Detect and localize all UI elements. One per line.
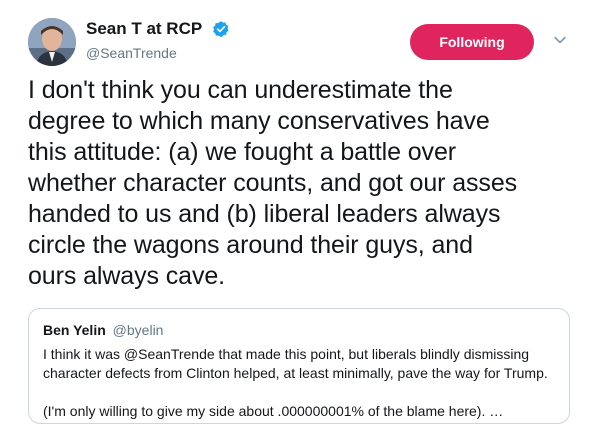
tweet-text: I don't think you can underestimate the …	[28, 75, 576, 292]
quoted-tweet-line: I think it was @SeanTrende that made thi…	[43, 346, 530, 362]
tweet-text-line: circle the wagons around their guys, and	[28, 231, 473, 259]
tweet-header: Sean T at RCP @SeanTrende Following	[28, 18, 580, 70]
author-names: Sean T at RCP @SeanTrende	[86, 18, 230, 63]
chevron-down-icon[interactable]	[552, 32, 568, 48]
quoted-tweet[interactable]: Ben Yelin @byelin I think it was @SeanTr…	[28, 308, 570, 424]
tweet-text-line: this attitude: (a) we fought a battle ov…	[28, 138, 456, 166]
quoted-tweet-line: (I'm only willing to give my side about …	[43, 403, 504, 419]
author-display-name[interactable]: Sean T at RCP	[86, 18, 202, 40]
following-button[interactable]: Following	[410, 24, 534, 60]
quoted-author-name: Ben Yelin	[43, 322, 106, 338]
quoted-tweet-line: character defects from Clinton helped, a…	[43, 365, 548, 381]
tweet-card: Sean T at RCP @SeanTrende Following I do…	[0, 0, 600, 433]
tweet-text-line: I don't think you can underestimate the	[28, 76, 453, 104]
tweet-text-line: handed to us and (b) liberal leaders alw…	[28, 200, 501, 228]
tweet-text-line: whether character counts, and got our as…	[28, 169, 518, 197]
quoted-tweet-header: Ben Yelin @byelin	[43, 321, 555, 339]
quoted-tweet-paragraph-gap	[43, 383, 555, 402]
verified-badge-icon	[212, 21, 229, 37]
author-handle[interactable]: @SeanTrende	[86, 43, 230, 63]
tweet-text-line: ours always cave.	[28, 262, 225, 290]
quoted-tweet-text: I think it was @SeanTrende that made thi…	[43, 345, 555, 421]
quoted-author-handle: @byelin	[112, 322, 164, 338]
avatar[interactable]	[28, 18, 76, 66]
avatar-image	[28, 18, 76, 66]
tweet-text-line: degree to which many conservatives have	[28, 107, 490, 135]
